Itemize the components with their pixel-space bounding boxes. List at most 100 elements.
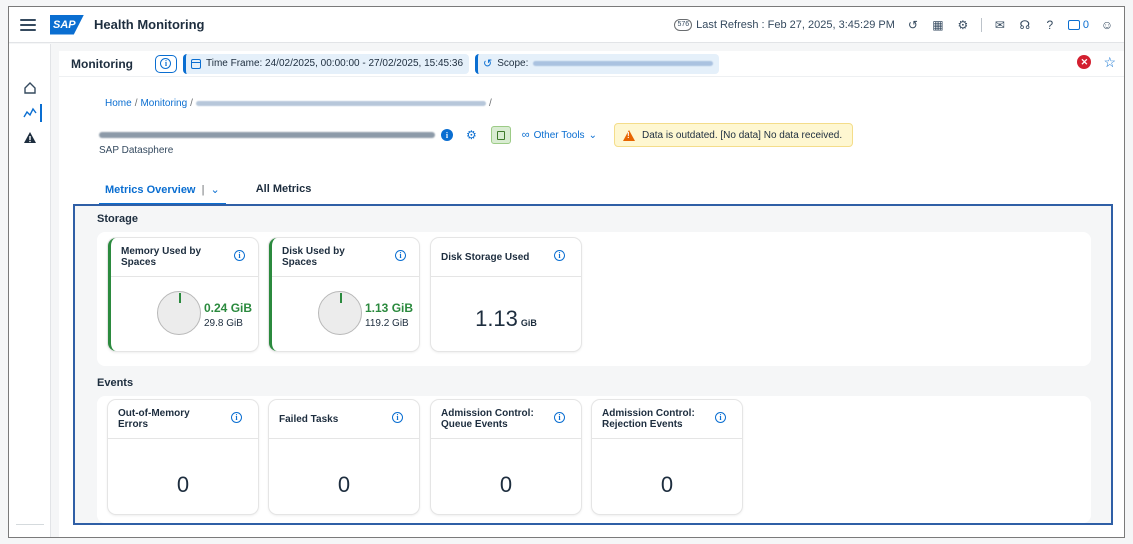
auto-refresh-icon[interactable]: ↺ (906, 18, 920, 32)
menu-icon[interactable] (20, 18, 36, 31)
breadcrumb-redacted[interactable] (195, 101, 486, 106)
tab-bar: Metrics Overview | ⌄ All Metrics (99, 175, 317, 205)
disk-storage-unit: GiB (520, 318, 537, 328)
shell-actions: 576 Last Refresh : Feb 27, 2025, 3:45:29… (674, 7, 1114, 43)
event-count: 0 (176, 472, 190, 497)
calendar-icon[interactable]: ▦ (931, 18, 945, 32)
outdated-warning: Data is outdated. [No data] No data rece… (614, 123, 854, 147)
notification-icon (1067, 20, 1080, 30)
scope-value-redacted (533, 61, 714, 66)
breadcrumb-sep: / (190, 98, 193, 109)
shell-separator (980, 18, 982, 32)
notification-count: 0 (1082, 19, 1089, 31)
refresh-badge: 576 (674, 19, 693, 31)
usage-donut (318, 291, 362, 335)
monitoring-toolbar: Monitoring i Time Frame: 24/02/2025, 00:… (59, 51, 1124, 77)
toolbar-actions: ✕ ☆ (1077, 55, 1116, 69)
export-excel-button[interactable] (490, 126, 511, 144)
storage-section-title: Storage (97, 213, 138, 225)
support-icon[interactable]: ☊ (1018, 18, 1032, 32)
event-card[interactable]: Admission Control: Rejection Events i 0 (592, 400, 742, 514)
home-icon[interactable] (9, 77, 51, 99)
app-window: SAP Health Monitoring 576 Last Refresh :… (8, 6, 1125, 538)
card-header: Disk Used by Spaces i (272, 238, 419, 277)
usage-donut-fill (179, 293, 181, 303)
object-info-icon[interactable]: i (441, 129, 453, 141)
card-title: Memory Used by Spaces (121, 246, 202, 268)
object-header: i ⚙ ∞ Other Tools ⌄ (99, 126, 597, 144)
info-icon: i (160, 58, 172, 69)
chevron-down-icon[interactable]: ⌄ (210, 184, 219, 196)
info-button[interactable]: i (154, 54, 177, 73)
settings-icon[interactable]: ⚙ (956, 18, 970, 32)
warning-text: Data is outdated. [No data] No data rece… (642, 129, 843, 141)
breadcrumb-home[interactable]: Home (105, 98, 132, 109)
card-title: Admission Control: Queue Events (441, 408, 534, 430)
other-tools-menu[interactable]: ∞ Other Tools ⌄ (522, 129, 597, 141)
card-title: Disk Used by Spaces (282, 246, 345, 268)
card-header: Disk Storage Used i (431, 238, 581, 277)
used-value: 0.24 GiB (204, 301, 253, 315)
app-title: Health Monitoring (94, 17, 205, 32)
help-icon[interactable]: ? (1043, 18, 1057, 32)
calendar-icon (190, 58, 201, 69)
scope-icon: ↺ (483, 58, 493, 70)
link-icon: ∞ (521, 129, 530, 141)
total-value: 29.8 GiB (204, 318, 243, 329)
nav-divider (16, 524, 44, 525)
event-card[interactable]: Failed Tasks i 0 (269, 400, 419, 514)
side-navigation (9, 44, 51, 537)
info-icon[interactable]: i (392, 412, 403, 423)
tab-metrics-overview-label: Metrics Overview (105, 184, 196, 196)
warning-icon (623, 129, 635, 141)
tab-separator: | (201, 184, 205, 196)
tab-metrics-overview[interactable]: Metrics Overview | ⌄ (99, 175, 226, 205)
monitoring-icon[interactable] (9, 102, 51, 124)
breadcrumb: Home / Monitoring / / (105, 98, 492, 109)
breadcrumb-sep: / (488, 98, 492, 109)
main-panel: Monitoring i Time Frame: 24/02/2025, 00:… (59, 51, 1124, 537)
used-value: 1.13 GiB (365, 301, 414, 315)
info-icon[interactable]: i (554, 412, 565, 423)
object-settings-icon[interactable]: ⚙ (466, 128, 477, 142)
event-card[interactable]: Out-of-Memory Errors i 0 (108, 400, 258, 514)
info-icon[interactable]: i (395, 250, 406, 261)
disk-storage-card[interactable]: Disk Storage Used i 1.13 GiB (431, 238, 581, 351)
scope-chip[interactable]: ↺ Scope: (475, 53, 720, 74)
error-icon[interactable]: ✕ (1077, 55, 1092, 69)
info-icon[interactable]: i (554, 250, 565, 261)
card-title: Disk Storage Used (441, 252, 530, 263)
card-title: Admission Control: Rejection Events (602, 408, 695, 430)
alerts-icon[interactable] (9, 127, 51, 149)
memory-used-card[interactable]: Memory Used by Spaces i 0.24 GiB 29.8 Gi… (108, 238, 258, 351)
tab-all-metrics[interactable]: All Metrics (250, 175, 318, 205)
info-icon[interactable]: i (231, 412, 242, 423)
breadcrumb-monitoring[interactable]: Monitoring (140, 98, 187, 109)
info-icon[interactable]: i (234, 250, 245, 261)
event-count: 0 (660, 472, 674, 497)
user-icon[interactable]: ☺ (1100, 18, 1114, 32)
chevron-down-icon: ⌄ (588, 129, 597, 141)
time-frame-chip[interactable]: Time Frame: 24/02/2025, 00:00:00 - 27/02… (182, 53, 470, 74)
time-frame-text: Time Frame: 24/02/2025, 00:00:00 - 27/02… (205, 58, 464, 69)
event-card[interactable]: Admission Control: Queue Events i 0 (431, 400, 581, 514)
excel-icon (496, 130, 505, 140)
disk-storage-number: 1.13 (475, 306, 518, 331)
notifications-button[interactable]: 0 (1067, 19, 1089, 31)
event-count: 0 (499, 472, 513, 497)
other-tools-label: Other Tools (533, 129, 585, 141)
usage-donut-fill (340, 293, 342, 303)
shell-bar: SAP Health Monitoring 576 Last Refresh :… (9, 7, 1124, 43)
storage-panel: Memory Used by Spaces i 0.24 GiB 29.8 Gi… (97, 232, 1091, 366)
favorite-star-icon[interactable]: ☆ (1103, 55, 1116, 69)
card-header: Admission Control: Queue Events i (431, 400, 581, 439)
card-header: Memory Used by Spaces i (111, 238, 258, 277)
card-header: Admission Control: Rejection Events i (592, 400, 742, 439)
feedback-icon[interactable]: ✉ (993, 18, 1007, 32)
last-refresh-text: Last Refresh : Feb 27, 2025, 3:45:29 PM (696, 19, 895, 31)
card-title: Out-of-Memory Errors (118, 408, 190, 430)
info-icon[interactable]: i (715, 412, 726, 423)
disk-used-card[interactable]: Disk Used by Spaces i 1.13 GiB 119.2 GiB (269, 238, 419, 351)
events-panel: Out-of-Memory Errors i 0 Failed Tasks i … (97, 396, 1091, 523)
object-subtitle: SAP Datasphere (99, 145, 174, 156)
